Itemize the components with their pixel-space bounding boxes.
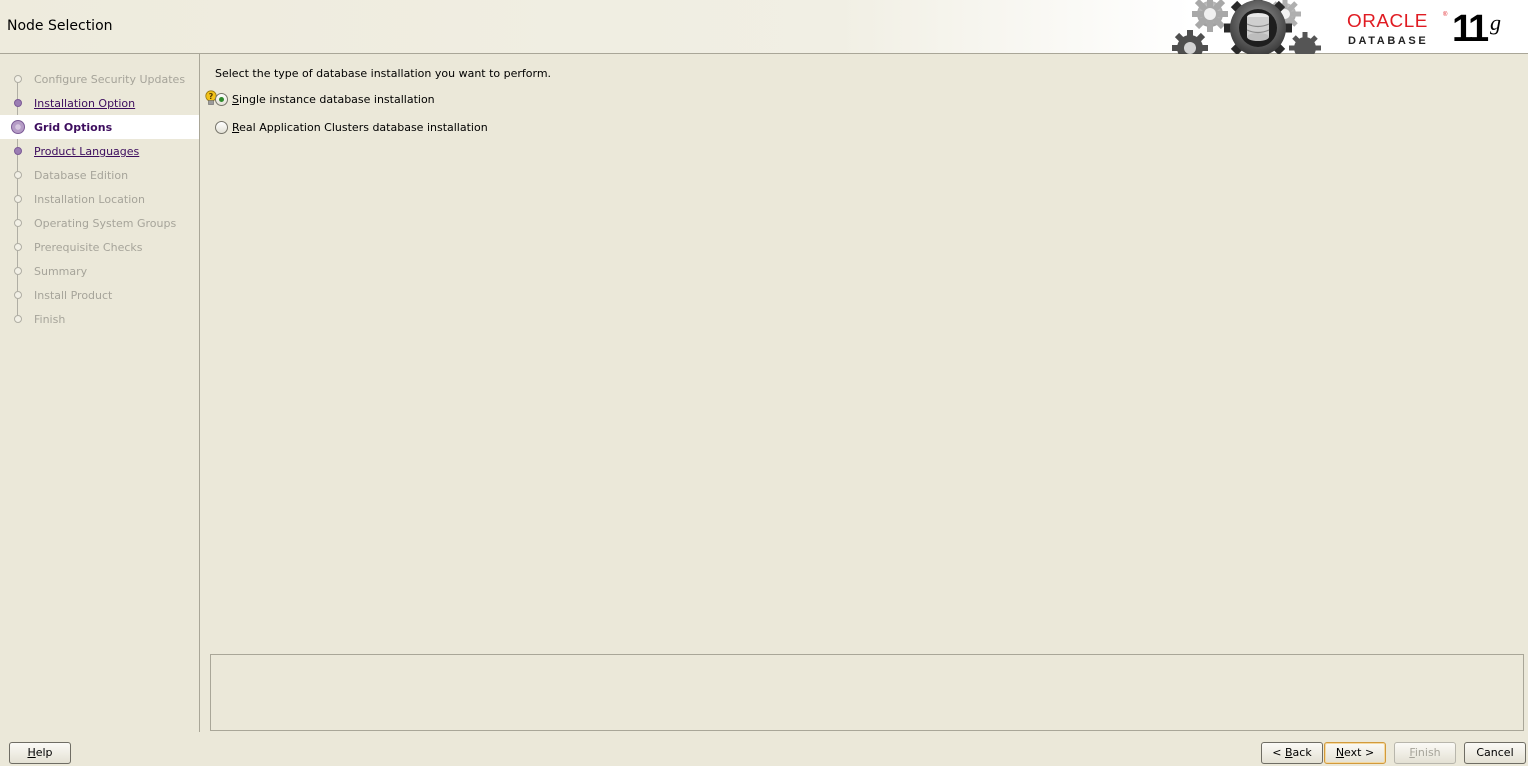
step-finish: Finish	[0, 307, 199, 331]
step-label[interactable]: Installation Option	[34, 97, 135, 110]
current-step-icon	[11, 120, 25, 134]
step-label: Database Edition	[34, 169, 129, 182]
step-label: Install Product	[34, 289, 113, 302]
version-letter: g	[1490, 10, 1501, 35]
step-dot-icon	[14, 243, 22, 251]
rac-label[interactable]: Real Application Clusters database insta…	[232, 121, 488, 134]
step-label: Installation Location	[34, 193, 145, 206]
step-label: Finish	[34, 313, 66, 326]
step-dot-icon	[14, 315, 22, 323]
step-installation-location: Installation Location	[0, 187, 199, 211]
instruction-text: Select the type of database installation…	[215, 67, 552, 80]
step-installation-option[interactable]: Installation Option	[0, 91, 199, 115]
svg-text:?: ?	[209, 92, 214, 101]
main-content: Select the type of database installation…	[201, 54, 1528, 732]
database-wordmark: DATABASE	[1348, 35, 1429, 47]
step-dot-icon	[14, 267, 22, 275]
step-label: Operating System Groups	[34, 217, 177, 230]
step-dot-icon	[14, 291, 22, 299]
message-pane	[210, 654, 1524, 731]
step-operating-system-groups: Operating System Groups	[0, 211, 199, 235]
step-dot-icon	[14, 195, 22, 203]
rac-radio[interactable]	[215, 121, 228, 134]
step-label[interactable]: Product Languages	[34, 145, 139, 158]
gears-database-icon	[1172, 0, 1321, 54]
trademark-symbol: ®	[1443, 12, 1448, 18]
step-label: Summary	[34, 265, 88, 278]
step-dot-icon	[14, 99, 22, 107]
page-title: Node Selection	[7, 18, 113, 34]
wizard-steps-sidebar: Configure Security Updates Installation …	[0, 54, 200, 732]
step-grid-options: Grid Options	[0, 115, 199, 139]
finish-button: Finish	[1394, 742, 1456, 764]
header-bar: Node Selection ORACLE ® DATABASE 11 g	[0, 0, 1528, 54]
step-configure-security-updates: Configure Security Updates	[0, 67, 199, 91]
step-label: Grid Options	[34, 121, 113, 134]
step-product-languages[interactable]: Product Languages	[0, 139, 199, 163]
step-dot-icon	[14, 75, 22, 83]
single-instance-label[interactable]: Single instance database installation	[232, 93, 435, 106]
next-button[interactable]: Next >	[1324, 742, 1386, 764]
help-button[interactable]: Help	[9, 742, 71, 764]
step-dot-icon	[14, 219, 22, 227]
version-number: 11	[1452, 8, 1489, 50]
step-label: Prerequisite Checks	[34, 241, 143, 254]
step-prerequisite-checks: Prerequisite Checks	[0, 235, 199, 259]
cancel-button[interactable]: Cancel	[1464, 742, 1526, 764]
oracle-wordmark: ORACLE	[1347, 11, 1428, 31]
back-button[interactable]: < Back	[1261, 742, 1323, 764]
step-summary: Summary	[0, 259, 199, 283]
single-instance-radio[interactable]	[215, 93, 228, 106]
step-label: Configure Security Updates	[34, 73, 186, 86]
oracle-logo: ORACLE ® DATABASE	[1346, 11, 1448, 51]
step-install-product: Install Product	[0, 283, 199, 307]
step-dot-icon	[14, 171, 22, 179]
step-dot-icon	[14, 147, 22, 155]
step-database-edition: Database Edition	[0, 163, 199, 187]
